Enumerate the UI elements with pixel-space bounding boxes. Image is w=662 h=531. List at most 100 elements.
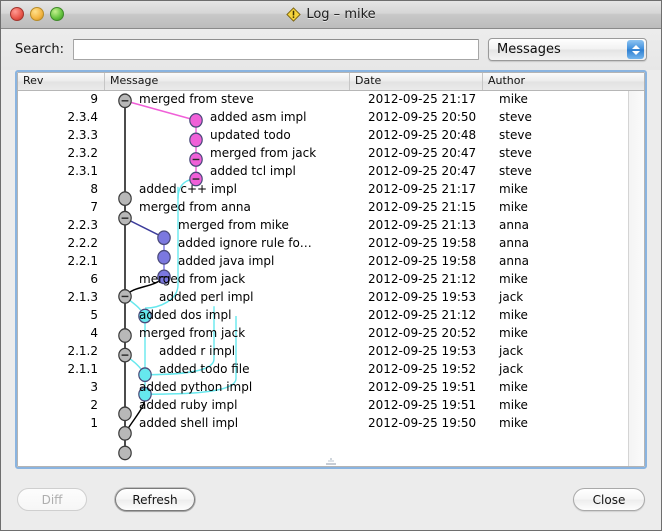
table-row[interactable]: 2.3.2 merged from jack 2012-09-25 20:47 ste… bbox=[18, 145, 629, 163]
cell-rev: 5 bbox=[90, 308, 98, 322]
cell-date: 2012-09-25 19:50 bbox=[368, 416, 477, 430]
refresh-button[interactable]: Refresh bbox=[115, 488, 195, 511]
cell-author: steve bbox=[499, 146, 532, 160]
cell-author: mike bbox=[499, 92, 528, 106]
cell-message: merged from steve bbox=[139, 92, 254, 106]
cell-message: added ruby impl bbox=[139, 398, 238, 412]
title-bar[interactable]: Log – mike bbox=[1, 1, 661, 29]
window-title: Log – mike bbox=[306, 7, 376, 22]
cell-message: merged from mike bbox=[178, 218, 289, 232]
cell-rev: 3 bbox=[90, 380, 98, 394]
cell-rev: 2.1.3 bbox=[67, 290, 98, 304]
cell-rev: 2.2.2 bbox=[67, 236, 98, 250]
table-row[interactable]: 2.1.2 added r impl 2012-09-25 19:53 jack bbox=[18, 343, 629, 361]
column-header-message[interactable]: Message bbox=[105, 73, 350, 90]
cell-message: merged from jack bbox=[139, 272, 246, 286]
filter-popup-button[interactable]: Messages bbox=[488, 38, 647, 61]
cell-rev: 2.3.2 bbox=[67, 146, 98, 160]
table-row[interactable]: 2.2.3 merged from mike 2012-09-25 21:13 ann… bbox=[18, 217, 629, 235]
cell-author: mike bbox=[499, 416, 528, 430]
cell-message: added c++ impl bbox=[139, 182, 237, 196]
cell-message: added shell impl bbox=[139, 416, 239, 430]
search-input[interactable] bbox=[73, 39, 479, 60]
cell-message: added java impl bbox=[178, 254, 275, 268]
close-button[interactable] bbox=[10, 7, 24, 21]
cell-message: updated todo bbox=[210, 128, 291, 142]
table-row[interactable]: 6 merged from jack 2012-09-25 21:12 mike bbox=[18, 271, 629, 289]
window-controls bbox=[10, 7, 64, 21]
cell-author: mike bbox=[499, 182, 528, 196]
resize-grip-icon[interactable] bbox=[326, 458, 336, 465]
cell-message: merged from jack bbox=[210, 146, 317, 160]
filter-popup-label: Messages bbox=[497, 42, 561, 57]
table-header-row: Rev Message Date Author bbox=[18, 73, 644, 91]
table-row[interactable]: 2.3.1 added tcl impl 2012-09-25 20:47 steve bbox=[18, 163, 629, 181]
table-row[interactable]: 2 added ruby impl 2012-09-25 19:51 mike bbox=[18, 397, 629, 415]
table-row[interactable]: 2.3.3 updated todo 2012-09-25 20:48 steve bbox=[18, 127, 629, 145]
cell-author: anna bbox=[499, 236, 529, 250]
cell-date: 2012-09-25 19:51 bbox=[368, 398, 477, 412]
cell-author: mike bbox=[499, 308, 528, 322]
vertical-scrollbar[interactable] bbox=[628, 91, 644, 466]
minimize-button[interactable] bbox=[30, 7, 44, 21]
search-bar: Search: Messages bbox=[1, 29, 661, 70]
cell-rev: 4 bbox=[90, 326, 98, 340]
cell-message: added python impl bbox=[139, 380, 253, 394]
table-row[interactable]: 2.3.4 added asm impl 2012-09-25 20:50 steve bbox=[18, 109, 629, 127]
cell-rev: 2.3.3 bbox=[67, 128, 98, 142]
cell-date: 2012-09-25 20:52 bbox=[368, 326, 477, 340]
table-row[interactable]: 2.1.3 added perl impl 2012-09-25 19:53 jack bbox=[18, 289, 629, 307]
cell-message: added todo file bbox=[159, 362, 250, 376]
graph-node bbox=[118, 445, 132, 461]
cell-rev: 2.3.4 bbox=[67, 110, 98, 124]
table-row[interactable]: 7 merged from anna 2012-09-25 21:15 mike bbox=[18, 199, 629, 217]
cell-rev: 2 bbox=[90, 398, 98, 412]
cell-author: steve bbox=[499, 110, 532, 124]
cell-rev: 6 bbox=[90, 272, 98, 286]
cell-rev: 1 bbox=[90, 416, 98, 430]
cell-rev: 7 bbox=[90, 200, 98, 214]
table-body: 9 merged from steve 2012-09-25 21:17 mike 2.… bbox=[18, 91, 644, 466]
cell-date: 2012-09-25 20:47 bbox=[368, 164, 477, 178]
cell-date: 2012-09-25 20:50 bbox=[368, 110, 477, 124]
table-row[interactable]: 9 merged from steve 2012-09-25 21:17 mike bbox=[18, 91, 629, 109]
cell-rev: 2.1.2 bbox=[67, 344, 98, 358]
cell-author: steve bbox=[499, 128, 532, 142]
diff-button[interactable]: Diff bbox=[17, 488, 87, 511]
table-row[interactable]: 2.1.1 added todo file 2012-09-25 19:52 jack bbox=[18, 361, 629, 379]
close-button-footer[interactable]: Close bbox=[573, 488, 645, 511]
cell-date: 2012-09-25 20:47 bbox=[368, 146, 477, 160]
cell-message: added perl impl bbox=[159, 290, 254, 304]
cell-rev: 9 bbox=[90, 92, 98, 106]
cell-date: 2012-09-25 19:53 bbox=[368, 290, 477, 304]
table-row[interactable]: 2.2.1 added java impl 2012-09-25 19:58 anna bbox=[18, 253, 629, 271]
cell-message: added asm impl bbox=[210, 110, 307, 124]
cell-date: 2012-09-25 20:48 bbox=[368, 128, 477, 142]
log-table[interactable]: Rev Message Date Author 9 merged from ste… bbox=[15, 70, 647, 469]
column-header-date[interactable]: Date bbox=[350, 73, 483, 90]
table-row[interactable]: 4 merged from jack 2012-09-25 20:52 mike bbox=[18, 325, 629, 343]
chevron-updown-icon bbox=[627, 40, 644, 59]
table-row[interactable]: 8 added c++ impl 2012-09-25 21:17 mike bbox=[18, 181, 629, 199]
cell-author: jack bbox=[499, 344, 524, 358]
table-row[interactable]: 2.2.2 added ignore rule fo… 2012-09-25 19:… bbox=[18, 235, 629, 253]
column-header-rev[interactable]: Rev bbox=[18, 73, 105, 90]
column-header-author[interactable]: Author bbox=[483, 73, 644, 90]
cell-author: mike bbox=[499, 380, 528, 394]
window-title-group: Log – mike bbox=[1, 7, 661, 22]
button-bar: Diff Refresh Close bbox=[1, 469, 661, 530]
table-row[interactable]: 5 added dos impl 2012-09-25 21:12 mike bbox=[18, 307, 629, 325]
cell-date: 2012-09-25 21:13 bbox=[368, 218, 477, 232]
table-row[interactable]: 1 added shell impl 2012-09-25 19:50 mike bbox=[18, 415, 629, 433]
table-row[interactable]: 3 added python impl 2012-09-25 19:51 mike bbox=[18, 379, 629, 397]
cell-date: 2012-09-25 19:53 bbox=[368, 344, 477, 358]
cell-message: added r impl bbox=[159, 344, 236, 358]
cell-author: steve bbox=[499, 164, 532, 178]
cell-author: jack bbox=[499, 290, 524, 304]
search-label: Search: bbox=[15, 42, 65, 57]
cell-rev: 8 bbox=[90, 182, 98, 196]
log-table-inner: Rev Message Date Author 9 merged from ste… bbox=[17, 72, 645, 467]
cell-date: 2012-09-25 19:58 bbox=[368, 254, 477, 268]
cell-date: 2012-09-25 19:58 bbox=[368, 236, 477, 250]
zoom-button[interactable] bbox=[50, 7, 64, 21]
